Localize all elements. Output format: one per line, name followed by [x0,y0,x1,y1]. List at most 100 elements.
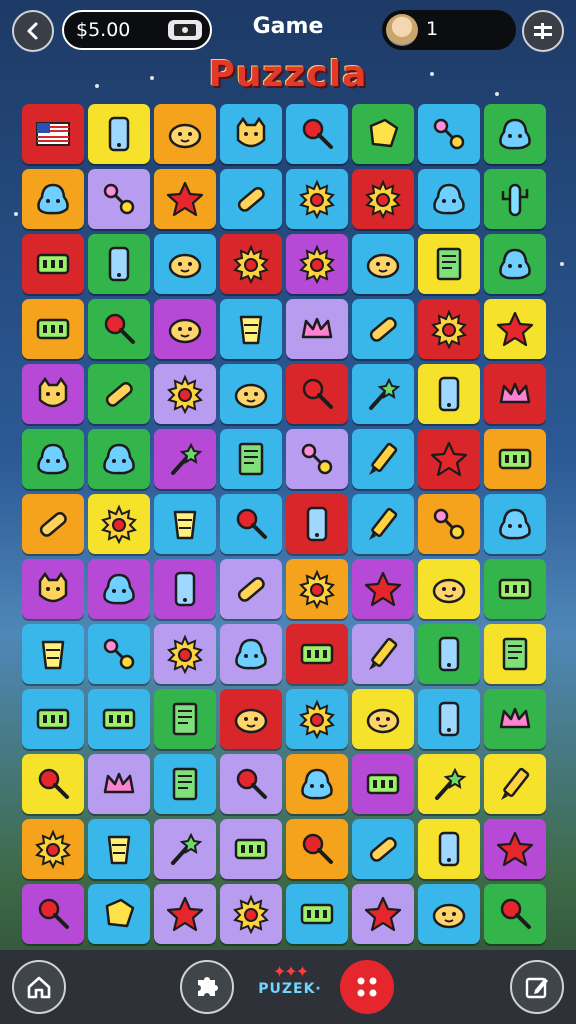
puzzle-tile[interactable] [484,624,546,684]
puzzle-tile[interactable] [352,819,414,879]
puzzle-tile[interactable] [88,624,150,684]
puzzle-tile[interactable] [154,559,216,619]
puzzle-tile[interactable] [154,299,216,359]
puzzle-tile[interactable] [286,494,348,554]
puzzle-tile[interactable] [220,884,282,944]
puzzle-tile[interactable] [286,104,348,164]
puzzle-tile[interactable] [484,104,546,164]
puzzle-tile[interactable] [352,559,414,619]
puzzle-tile[interactable] [220,689,282,749]
puzzle-tile[interactable] [418,104,480,164]
puzzle-tile[interactable] [154,104,216,164]
puzzle-tile[interactable] [484,884,546,944]
puzzle-tile[interactable] [286,754,348,814]
puzzle-tile[interactable] [22,559,84,619]
puzzle-button[interactable] [180,960,234,1014]
puzzle-tile[interactable] [418,754,480,814]
puzzle-tile[interactable] [22,234,84,294]
puzzle-tile[interactable] [88,754,150,814]
puzzle-tile[interactable] [22,494,84,554]
puzzle-tile[interactable] [22,429,84,489]
puzzle-tile[interactable] [286,169,348,229]
balance-pill[interactable]: $5.00 [62,10,212,50]
home-button[interactable] [12,960,66,1014]
puzzle-tile[interactable] [154,689,216,749]
puzzle-tile[interactable] [484,429,546,489]
puzzle-tile[interactable] [88,559,150,619]
puzzle-tile[interactable] [286,819,348,879]
puzzle-tile[interactable] [154,884,216,944]
puzzle-tile[interactable] [22,819,84,879]
puzzle-tile[interactable] [154,169,216,229]
puzzle-tile[interactable] [352,429,414,489]
puzzle-tile[interactable] [418,689,480,749]
puzzle-tile[interactable] [352,754,414,814]
puzzle-tile[interactable] [88,364,150,424]
puzzle-tile[interactable] [22,689,84,749]
edit-button[interactable] [510,960,564,1014]
puzzle-tile[interactable] [154,624,216,684]
puzzle-tile[interactable] [220,559,282,619]
puzzle-tile[interactable] [22,104,84,164]
puzzle-tile[interactable] [286,624,348,684]
puzzle-tile[interactable] [88,299,150,359]
puzzle-tile[interactable] [484,559,546,619]
puzzle-tile[interactable] [286,689,348,749]
puzzle-tile[interactable] [352,689,414,749]
puzzle-tile[interactable] [88,104,150,164]
puzzle-tile[interactable] [154,819,216,879]
puzzle-tile[interactable] [286,429,348,489]
puzzle-tile[interactable] [418,429,480,489]
puzzle-tile[interactable] [154,429,216,489]
puzzle-tile[interactable] [352,169,414,229]
puzzle-tile[interactable] [22,169,84,229]
puzzle-tile[interactable] [22,624,84,684]
puzzle-tile[interactable] [418,364,480,424]
puzzle-tile[interactable] [286,234,348,294]
puzzle-tile[interactable] [88,429,150,489]
puzzle-tile[interactable] [22,364,84,424]
player-pill[interactable]: 1 [382,10,516,50]
puzzle-tile[interactable] [220,104,282,164]
menu-button[interactable] [522,10,564,52]
puzzle-tile[interactable] [418,624,480,684]
puzzle-tile[interactable] [352,234,414,294]
puzzle-tile[interactable] [22,754,84,814]
puzzle-tile[interactable] [484,364,546,424]
puzzle-tile[interactable] [88,234,150,294]
puzzle-tile[interactable] [418,494,480,554]
puzzle-tile[interactable] [220,429,282,489]
puzzle-tile[interactable] [220,169,282,229]
puzzle-tile[interactable] [484,754,546,814]
puzzle-tile[interactable] [352,494,414,554]
puzzle-tile[interactable] [286,364,348,424]
puzzle-tile[interactable] [484,299,546,359]
puzzle-tile[interactable] [154,754,216,814]
puzzle-tile[interactable] [352,299,414,359]
puzzle-tile[interactable] [220,624,282,684]
puzzle-tile[interactable] [286,884,348,944]
puzzle-tile[interactable] [22,299,84,359]
puzzle-tile[interactable] [352,104,414,164]
puzzle-tile[interactable] [484,494,546,554]
puzzle-tile[interactable] [88,689,150,749]
puzzle-tile[interactable] [484,689,546,749]
puzzle-tile[interactable] [88,494,150,554]
puzzle-tile[interactable] [220,299,282,359]
puzzle-tile[interactable] [88,819,150,879]
puzzle-tile[interactable] [418,234,480,294]
puzzle-tile[interactable] [352,884,414,944]
puzzle-tile[interactable] [352,364,414,424]
puzzle-tile[interactable] [154,364,216,424]
puzzle-tile[interactable] [220,754,282,814]
puzzle-tile[interactable] [154,494,216,554]
puzzle-tile[interactable] [220,494,282,554]
puzzle-tile[interactable] [88,884,150,944]
puzzle-tile[interactable] [220,234,282,294]
puzzle-tile[interactable] [154,234,216,294]
puzzle-tile[interactable] [352,624,414,684]
puzzle-tile[interactable] [220,819,282,879]
puzzle-tile[interactable] [220,364,282,424]
puzzle-tile[interactable] [484,234,546,294]
puzzle-tile[interactable] [418,299,480,359]
